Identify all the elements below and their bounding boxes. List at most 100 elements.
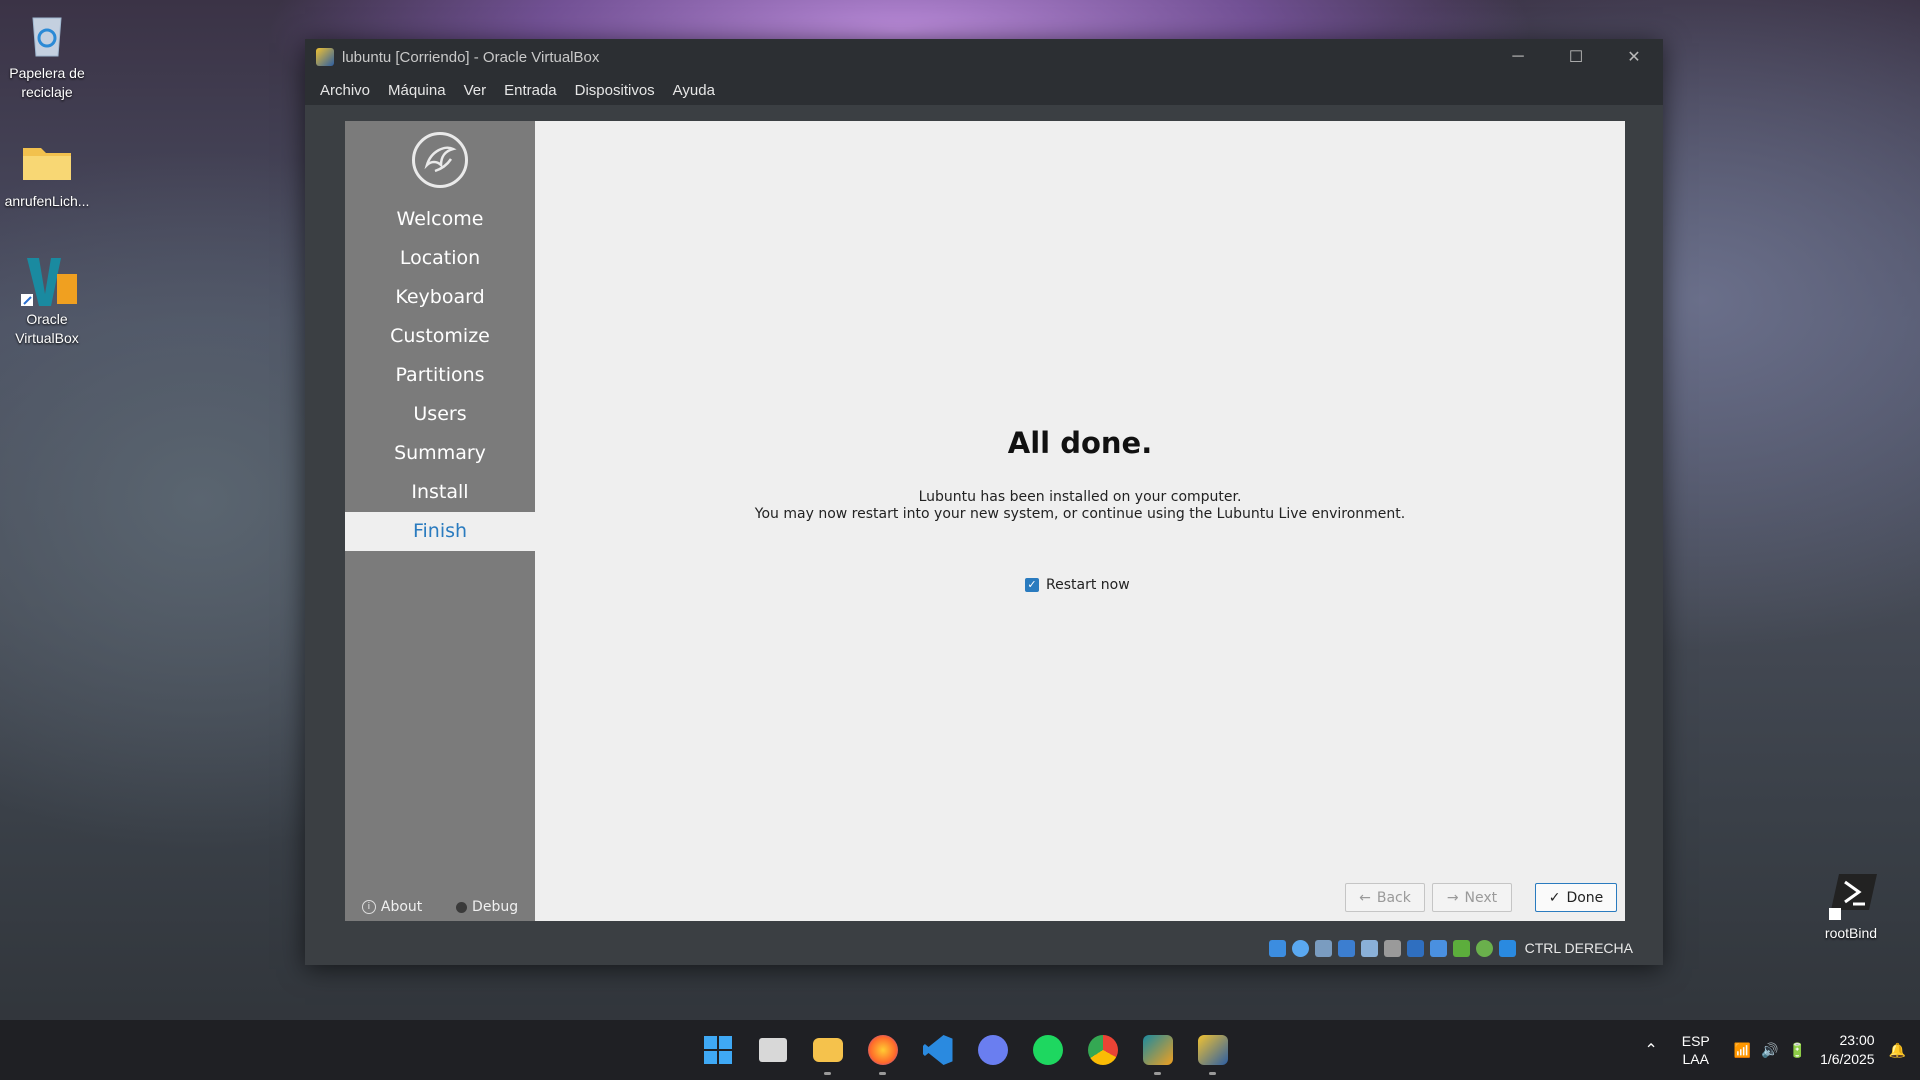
menu-ayuda[interactable]: Ayuda	[664, 82, 724, 99]
next-button[interactable]: → Next	[1432, 883, 1512, 912]
step-customize: Customize	[390, 325, 490, 347]
task-view-button[interactable]	[745, 1020, 800, 1080]
menu-dispositivos[interactable]: Dispositivos	[566, 82, 664, 99]
vm-status-bar: CTRL DERECHA	[305, 931, 1663, 965]
terminal-shortcut-icon	[1825, 868, 1877, 920]
system-tray: ⌃ ESP LAA 📶 🔊 🔋 23:00 1/6/2025 🔔	[1644, 1020, 1920, 1080]
step-finish: Finish	[345, 512, 535, 551]
vscode-icon	[922, 1035, 953, 1065]
virtualbox-vm-icon	[316, 48, 334, 66]
lubuntu-logo-icon	[412, 132, 468, 188]
desktop-icon-folder[interactable]: anrufenLich...	[0, 136, 95, 211]
display-icon[interactable]	[1406, 939, 1424, 957]
close-button[interactable]: ✕	[1605, 39, 1663, 75]
about-button[interactable]: i About	[361, 899, 423, 915]
notification-bell-icon[interactable]: 🔔	[1889, 1042, 1906, 1059]
mouse-integration-icon[interactable]	[1475, 939, 1493, 957]
virtualbox-vm-button[interactable]	[1185, 1020, 1240, 1080]
vscode-button[interactable]	[910, 1020, 965, 1080]
back-button[interactable]: ← Back	[1345, 883, 1425, 912]
running-indicator	[824, 1072, 831, 1075]
arrow-left-icon: ←	[1359, 889, 1371, 906]
discord-button[interactable]	[965, 1020, 1020, 1080]
language-indicator[interactable]: ESP LAA	[1682, 1032, 1710, 1068]
file-explorer-button[interactable]	[800, 1020, 855, 1080]
guest-screen[interactable]: Welcome Location Keyboard Customize Part…	[345, 121, 1625, 921]
optical-drive-icon[interactable]	[1291, 939, 1309, 957]
arrow-right-icon: →	[1446, 889, 1459, 906]
virtualbox-icon	[1142, 1035, 1173, 1065]
menu-bar: Archivo Máquina Ver Entrada Dispositivos…	[305, 75, 1663, 105]
virtualbox-button[interactable]	[1130, 1020, 1185, 1080]
file-explorer-icon	[812, 1038, 843, 1062]
chrome-icon	[1087, 1035, 1118, 1065]
debug-label: Debug	[472, 899, 519, 915]
menu-ver[interactable]: Ver	[455, 82, 496, 99]
clock[interactable]: 23:00 1/6/2025	[1820, 1031, 1875, 1069]
virtualbox-icon	[21, 254, 77, 306]
start-icon	[703, 1036, 732, 1064]
done-button[interactable]: ✓ Done	[1535, 883, 1617, 912]
finish-heading: All done.	[1007, 426, 1153, 460]
clock-date: 1/6/2025	[1820, 1051, 1875, 1067]
menu-maquina[interactable]: Máquina	[379, 82, 455, 99]
spotify-icon	[1032, 1035, 1063, 1065]
debug-button[interactable]: Debug	[456, 899, 518, 915]
taskbar: ⌃ ESP LAA 📶 🔊 🔋 23:00 1/6/2025 🔔	[0, 1020, 1920, 1080]
battery-icon[interactable]: 🔋	[1789, 1042, 1806, 1059]
start-button[interactable]	[690, 1020, 745, 1080]
window-titlebar[interactable]: lubuntu [Corriendo] - Oracle VirtualBox …	[305, 39, 1663, 75]
chrome-button[interactable]	[1075, 1020, 1130, 1080]
bug-icon	[456, 901, 468, 913]
usb-icon[interactable]	[1360, 939, 1378, 957]
desktop-icon-label: Papelera de reciclaje	[9, 65, 85, 100]
installer-sidebar: Welcome Location Keyboard Customize Part…	[345, 121, 535, 921]
window-title: lubuntu [Corriendo] - Oracle VirtualBox	[342, 48, 600, 66]
step-users: Users	[413, 403, 467, 425]
volume-icon[interactable]: 🔊	[1761, 1042, 1778, 1059]
restart-now-checkbox[interactable]: ✓ Restart now	[1025, 577, 1130, 593]
finish-description: Lubuntu has been installed on your compu…	[535, 489, 1625, 523]
checkmark-icon: ✓	[1025, 578, 1039, 592]
hard-disk-icon[interactable]	[1268, 939, 1286, 957]
about-label: About	[380, 899, 423, 915]
finish-line-1: Lubuntu has been installed on your compu…	[918, 489, 1242, 505]
network-icon[interactable]	[1337, 939, 1355, 957]
menu-archivo[interactable]: Archivo	[311, 82, 379, 99]
spotify-button[interactable]	[1020, 1020, 1075, 1080]
minimize-button[interactable]: ─	[1489, 39, 1547, 75]
clock-time: 23:00	[1839, 1032, 1875, 1048]
audio-icon[interactable]	[1314, 939, 1332, 957]
restart-now-label: Restart now	[1046, 577, 1130, 593]
desktop-icon-label: Oracle VirtualBox	[15, 311, 79, 346]
wifi-icon[interactable]: 📶	[1734, 1042, 1751, 1059]
task-view-icon	[758, 1038, 787, 1062]
step-partitions: Partitions	[395, 364, 485, 386]
firefox-button[interactable]	[855, 1020, 910, 1080]
host-key-label: CTRL DERECHA	[1524, 940, 1633, 956]
recording-icon[interactable]	[1429, 939, 1447, 957]
menu-entrada[interactable]: Entrada	[495, 82, 566, 99]
maximize-button[interactable]: ☐	[1547, 39, 1605, 75]
info-icon: i	[361, 900, 376, 914]
desktop-icon-recycle-bin[interactable]: Papelera de reciclaje	[0, 8, 95, 102]
download-icon[interactable]	[1498, 939, 1516, 957]
desktop-icon-rootbind[interactable]: rootBind	[1803, 868, 1899, 943]
done-label: Done	[1566, 889, 1604, 906]
step-welcome: Welcome	[396, 208, 484, 230]
installer-content: All done. Lubuntu has been installed on …	[535, 121, 1625, 921]
discord-icon	[977, 1035, 1008, 1065]
desktop-icon-label: rootBind	[1824, 925, 1878, 941]
desktop-icon-virtualbox[interactable]: Oracle VirtualBox	[0, 254, 95, 348]
chevron-up-icon[interactable]: ⌃	[1644, 1040, 1657, 1060]
running-indicator	[1209, 1072, 1216, 1075]
folder-icon	[21, 136, 73, 188]
running-indicator	[1154, 1072, 1161, 1075]
step-install: Install	[411, 481, 469, 503]
shared-folder-icon[interactable]	[1383, 939, 1401, 957]
cpu-icon[interactable]	[1452, 939, 1470, 957]
recycle-bin-icon	[21, 8, 73, 60]
back-label: Back	[1376, 889, 1411, 906]
desktop-icon-label: anrufenLich...	[4, 193, 90, 209]
finish-line-2: You may now restart into your new system…	[754, 506, 1406, 522]
